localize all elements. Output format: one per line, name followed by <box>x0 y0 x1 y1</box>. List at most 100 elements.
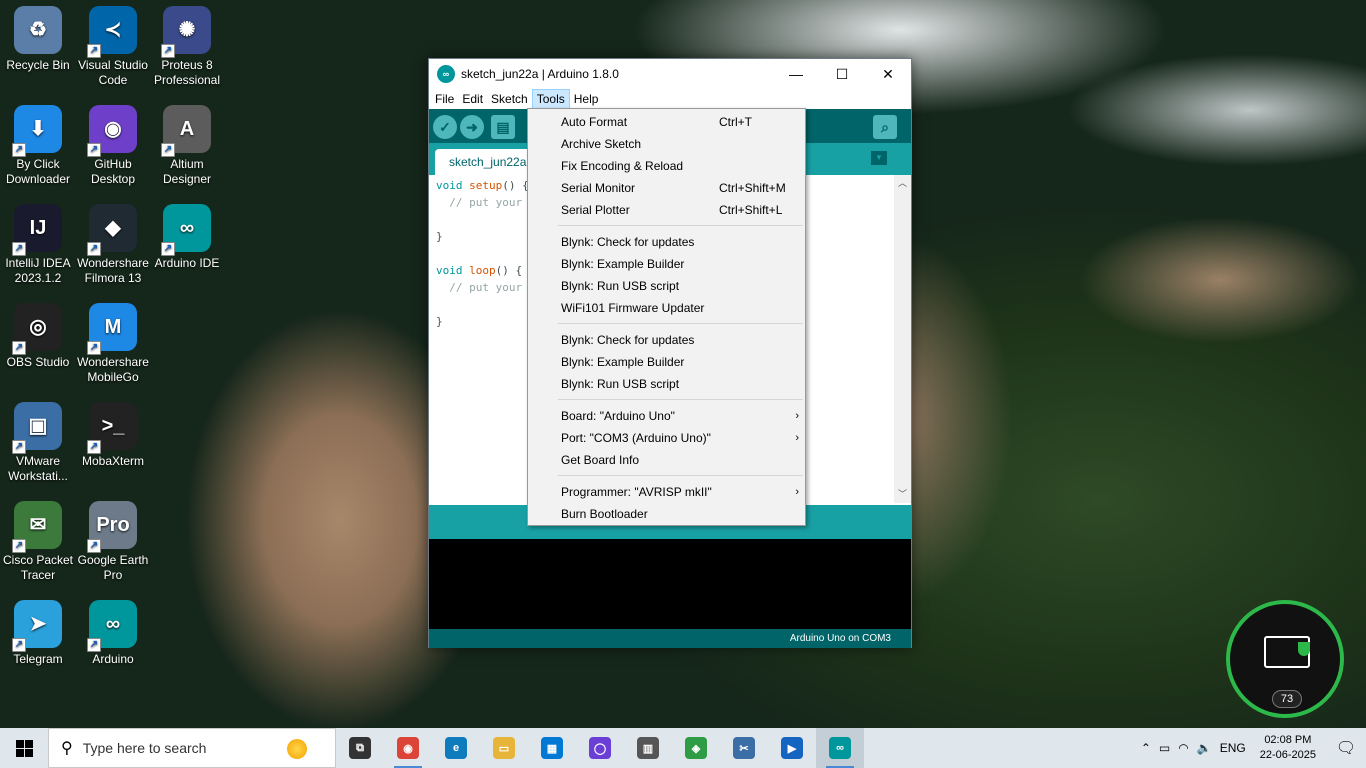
tray-chevron-icon[interactable]: ⌃ <box>1137 741 1155 755</box>
weather-icon[interactable] <box>287 739 307 759</box>
menu-item-label: Blynk: Check for updates <box>561 235 695 249</box>
tools-menu-item[interactable]: Burn Bootloader <box>528 503 805 525</box>
taskbar-app-arduino[interactable]: ∞ <box>816 728 864 768</box>
taskbar-app-snipping-tool[interactable]: ✂ <box>720 728 768 768</box>
tools-menu-item[interactable]: Serial Plotter Ctrl+Shift+L <box>528 199 805 221</box>
desktop-icon[interactable]: ✺ ↗ Proteus 8 Professional <box>149 0 225 88</box>
desktop-icon[interactable]: ∞ ↗ Arduino IDE <box>149 198 225 271</box>
code-token: () { <box>502 179 529 192</box>
tools-menu-item[interactable]: Blynk: Check for updates <box>528 231 805 253</box>
security-widget[interactable]: 73 <box>1226 600 1344 718</box>
desktop-icon-label: Arduino IDE <box>154 256 220 270</box>
tools-menu-item[interactable]: Archive Sketch <box>528 133 805 155</box>
new-sketch-icon[interactable]: ▤ <box>491 115 515 139</box>
desktop-icon-label: MobaXterm <box>81 454 145 468</box>
menu-item-shortcut <box>719 133 805 155</box>
menu-item-label: Serial Monitor <box>561 181 636 195</box>
tools-menu-item[interactable]: Serial Monitor Ctrl+Shift+M <box>528 177 805 199</box>
menu-sketch[interactable]: Sketch <box>487 89 532 109</box>
clock[interactable]: 02:08 PM 22-06-2025 <box>1250 733 1326 763</box>
tools-menu-item[interactable]: Programmer: "AVRISP mkII" › <box>528 481 805 503</box>
taskbar-app-chrome[interactable]: ◉ <box>384 728 432 768</box>
tools-menu-item[interactable]: Blynk: Run USB script <box>528 373 805 395</box>
app-icon: ◎ ↗ <box>12 303 62 355</box>
menu-item-shortcut <box>719 351 805 373</box>
menu-item-label: WiFi101 Firmware Updater <box>561 301 705 315</box>
desktop-icon[interactable]: ◉ ↗ GitHub Desktop <box>75 99 151 187</box>
shortcut-arrow-icon: ↗ <box>161 242 175 256</box>
taskbar-app-edge[interactable]: e <box>432 728 480 768</box>
notification-icon[interactable]: 🗨 <box>1326 738 1366 758</box>
battery-icon[interactable]: ▭ <box>1155 741 1174 755</box>
wifi-icon[interactable]: ◠ <box>1174 741 1192 755</box>
verify-icon[interactable]: ✓ <box>433 115 457 139</box>
desktop-icon[interactable]: ⬇ ↗ By Click Downloader <box>0 99 76 187</box>
desktop-icon[interactable]: M ↗ Wondershare MobileGo <box>75 297 151 385</box>
editor-scrollbar[interactable]: ︿ ﹀ <box>894 175 911 503</box>
desktop-icon[interactable]: A ↗ Altium Designer <box>149 99 225 187</box>
menu-file[interactable]: File <box>431 89 458 109</box>
menu-separator <box>558 225 803 226</box>
app-icon: ✉ ↗ <box>12 501 62 553</box>
maximize-button[interactable]: ☐ <box>819 59 865 89</box>
start-button[interactable] <box>0 728 48 768</box>
clock-time: 02:08 PM <box>1264 734 1312 746</box>
cortana-icon: ◯ <box>589 737 611 759</box>
code-token: } <box>436 230 443 243</box>
menu-help[interactable]: Help <box>570 89 603 109</box>
title-bar[interactable]: ∞ sketch_jun22a | Arduino 1.8.0 — ☐ ✕ <box>429 59 911 89</box>
scroll-down-icon[interactable]: ﹀ <box>894 486 911 503</box>
close-button[interactable]: ✕ <box>865 59 911 89</box>
taskbar-app-calculator[interactable]: ▥ <box>624 728 672 768</box>
tools-menu-dropdown: Auto Format Ctrl+T Archive Sketch Fix Encod… <box>527 108 806 526</box>
tools-menu-item[interactable]: Port: "COM3 (Arduino Uno)" › <box>528 427 805 449</box>
language-indicator[interactable]: ENG <box>1216 741 1250 755</box>
tools-menu-item[interactable]: Blynk: Example Builder <box>528 253 805 275</box>
desktop-icon[interactable]: ◎ ↗ OBS Studio <box>0 297 76 370</box>
code-token: loop <box>469 264 496 277</box>
shield-icon <box>1298 642 1310 656</box>
taskbar-app-microsoft-store[interactable]: ▦ <box>528 728 576 768</box>
taskbar-app-file-explorer[interactable]: ▭ <box>480 728 528 768</box>
tab-sketch[interactable]: sketch_jun22a <box>435 149 541 175</box>
minimize-button[interactable]: — <box>773 59 819 89</box>
desktop-icon[interactable]: Pro ↗ Google Earth Pro <box>75 495 151 583</box>
tools-menu-item[interactable]: Get Board Info <box>528 449 805 471</box>
tools-menu-item[interactable]: Fix Encoding & Reload <box>528 155 805 177</box>
menu-edit[interactable]: Edit <box>458 89 487 109</box>
menu-tools[interactable]: Tools <box>531 89 570 109</box>
tools-menu-item[interactable]: Board: "Arduino Uno" › <box>528 405 805 427</box>
desktop-icon[interactable]: ✉ ↗ Cisco Packet Tracer <box>0 495 76 583</box>
desktop-icon[interactable]: >_ ↗ MobaXterm <box>75 396 151 469</box>
tools-menu-item[interactable]: WiFi101 Firmware Updater <box>528 297 805 319</box>
desktop-icon[interactable]: ∞ ↗ Arduino <box>75 594 151 667</box>
upload-icon[interactable]: ➜ <box>460 115 484 139</box>
tab-menu-icon[interactable]: ▼ <box>871 151 887 165</box>
desktop-icon[interactable]: ≺ ↗ Visual Studio Code <box>75 0 151 88</box>
tools-menu-item[interactable]: Blynk: Example Builder <box>528 351 805 373</box>
menu-item-shortcut <box>719 449 805 471</box>
volume-icon[interactable]: 🔈 <box>1193 741 1216 755</box>
console-output[interactable] <box>429 539 911 629</box>
desktop-icon[interactable]: ◆ ↗ Wondershare Filmora 13 <box>75 198 151 286</box>
taskbar-app-task-view[interactable]: ⧉ <box>336 728 384 768</box>
menu-item-shortcut: Ctrl+Shift+L <box>719 203 783 217</box>
desktop-icon[interactable]: IJ ↗ IntelliJ IDEA 2023.1.2 <box>0 198 76 286</box>
desktop-icon[interactable]: ♻ Recycle Bin <box>0 0 76 73</box>
desktop-icon[interactable]: ➤ ↗ Telegram <box>0 594 76 667</box>
app-icon: Pro ↗ <box>87 501 137 553</box>
taskbar-app-video-editor[interactable]: ▶ <box>768 728 816 768</box>
taskbar-app-bluestacks[interactable]: ◈ <box>672 728 720 768</box>
menu-item-shortcut <box>719 155 805 177</box>
tools-menu-item[interactable]: Auto Format Ctrl+T <box>528 111 805 133</box>
desktop-icon-label: By Click Downloader <box>5 157 71 186</box>
serial-monitor-icon[interactable]: ⌕ <box>873 115 897 139</box>
tools-menu-item[interactable]: Blynk: Check for updates <box>528 329 805 351</box>
taskbar-app-cortana[interactable]: ◯ <box>576 728 624 768</box>
code-token: void <box>436 264 470 277</box>
tools-menu-item[interactable]: Blynk: Run USB script <box>528 275 805 297</box>
desktop-icon[interactable]: ▣ ↗ VMware Workstati... <box>0 396 76 484</box>
taskbar-search[interactable]: ⚲ Type here to search <box>48 728 336 768</box>
scroll-up-icon[interactable]: ︿ <box>894 175 911 192</box>
desktop-icon-label: Wondershare MobileGo <box>77 355 149 384</box>
